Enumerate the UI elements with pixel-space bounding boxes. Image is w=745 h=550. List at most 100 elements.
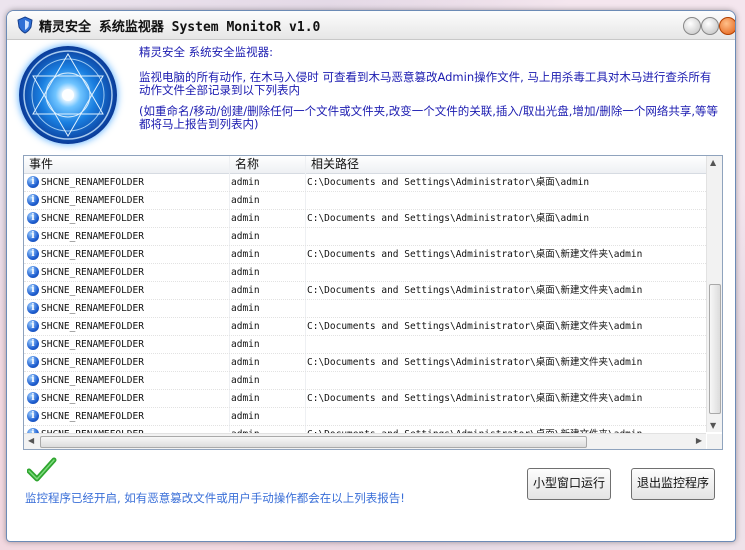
table-row[interactable]: i SHCNE_RENAMEFOLDER admin — [24, 264, 706, 282]
column-header-event[interactable]: 事件 — [24, 156, 230, 173]
info-icon: i — [27, 320, 39, 332]
table-body: i SHCNE_RENAMEFOLDER admin C:\Documents and… — [24, 174, 706, 444]
event-cell: SHCNE_RENAMEFOLDER — [41, 393, 144, 404]
event-table[interactable]: 事件 名称 相关路径 i SHCNE_RENAMEFOLDER admin C:\Do… — [23, 155, 723, 450]
info-icon: i — [27, 392, 39, 404]
scroll-right-arrow-icon[interactable]: ▶ — [696, 436, 702, 445]
info-icon: i — [27, 284, 39, 296]
info-icon: i — [27, 356, 39, 368]
info-icon: i — [27, 212, 39, 224]
column-header-name[interactable]: 名称 — [230, 156, 306, 173]
shield-logo-icon — [17, 16, 33, 34]
table-row[interactable]: iSHCNE_RENAMEFOLDER admin C:\Documents and… — [24, 282, 706, 300]
name-cell: admin — [231, 321, 260, 332]
name-cell: admin — [231, 339, 260, 350]
event-cell: SHCNE_RENAMEFOLDER — [41, 249, 144, 260]
info-icon: i — [27, 338, 39, 350]
event-cell: SHCNE_RENAMEFOLDER — [41, 231, 144, 242]
checkmark-icon — [27, 457, 57, 482]
path-cell: C:\Documents and Settings\Administrator\… — [307, 393, 643, 404]
info-icon: i — [27, 266, 39, 278]
info-icon: i — [27, 374, 39, 386]
mini-window-button[interactable]: 小型窗口运行 — [527, 468, 611, 500]
table-row[interactable]: i SHCNE_RENAMEFOLDER admin — [24, 300, 706, 318]
intro-title: 精灵安全 系统安全监视器: — [139, 45, 274, 59]
table-row[interactable]: i SHCNE_RENAMEFOLDER admin — [24, 228, 706, 246]
event-cell: SHCNE_RENAMEFOLDER — [41, 195, 144, 206]
horizontal-scroll-thumb[interactable] — [40, 436, 587, 448]
name-cell: admin — [231, 267, 260, 278]
header-area: 精灵安全 系统安全监视器: 监视电脑的所有动作, 在木马入侵时 可查看到木马恶意… — [7, 40, 735, 155]
window-title: 精灵安全 系统监视器 System MonitoR v1.0 — [39, 20, 321, 35]
scroll-down-arrow-icon[interactable]: ▼ — [710, 421, 716, 430]
intro-paragraph-2: (如重命名/移动/创建/删除任何一个文件或文件夹,改变一个文件的关联,插入/取出… — [139, 104, 718, 131]
event-cell: SHCNE_RENAMEFOLDER — [41, 321, 144, 332]
path-cell: C:\Documents and Settings\Administrator\… — [307, 321, 643, 332]
vertical-scrollbar[interactable]: ▲ ▼ — [706, 156, 722, 432]
name-cell: admin — [231, 213, 260, 224]
info-icon: i — [27, 410, 39, 422]
table-row[interactable]: iSHCNE_RENAMEFOLDER admin C:\Documents and… — [24, 354, 706, 372]
path-cell: C:\Documents and Settings\Administrator\… — [307, 249, 643, 260]
vertical-scroll-thumb[interactable] — [709, 284, 721, 414]
horizontal-scrollbar[interactable]: ◀ ▶ — [24, 433, 706, 449]
event-cell: SHCNE_RENAMEFOLDER — [41, 303, 144, 314]
intro-paragraph-1: 监视电脑的所有动作, 在木马入侵时 可查看到木马恶意篡改Admin操作文件, 马… — [139, 70, 712, 97]
intro-text: 精灵安全 系统安全监视器: 监视电脑的所有动作, 在木马入侵时 可查看到木马恶意… — [139, 46, 719, 139]
magic-circle-logo — [19, 46, 117, 144]
path-cell — [307, 192, 702, 209]
path-cell: C:\Documents and Settings\Administrator\… — [307, 177, 590, 188]
path-cell — [307, 336, 702, 353]
table-row[interactable]: i SHCNE_RENAMEFOLDER admin — [24, 192, 706, 210]
table-row[interactable]: i SHCNE_RENAMEFOLDER admin — [24, 408, 706, 426]
close-button[interactable] — [719, 17, 735, 35]
exit-monitor-button[interactable]: 退出监控程序 — [631, 468, 715, 500]
name-cell: admin — [231, 195, 260, 206]
status-message: 监控程序已经开启, 如有恶意篡改文件或用户手动操作都会在以上列表报告! — [25, 491, 405, 505]
info-icon: i — [27, 302, 39, 314]
table-row[interactable]: i SHCNE_RENAMEFOLDER admin — [24, 372, 706, 390]
event-cell: SHCNE_RENAMEFOLDER — [41, 339, 144, 350]
scroll-up-arrow-icon[interactable]: ▲ — [710, 158, 716, 167]
event-cell: SHCNE_RENAMEFOLDER — [41, 375, 144, 386]
info-icon: i — [27, 176, 39, 188]
table-row[interactable]: iSHCNE_RENAMEFOLDER admin C:\Documents and… — [24, 210, 706, 228]
main-window: 精灵安全 系统监视器 System MonitoR v1.0 精灵安全 系统安全… — [6, 10, 736, 542]
name-cell: admin — [231, 249, 260, 260]
table-row[interactable]: iSHCNE_RENAMEFOLDER admin C:\Documents and… — [24, 390, 706, 408]
path-cell: C:\Documents and Settings\Administrator\… — [307, 285, 643, 296]
maximize-button[interactable] — [701, 17, 719, 35]
name-cell: admin — [231, 303, 260, 314]
name-cell: admin — [231, 411, 260, 422]
name-cell: admin — [231, 375, 260, 386]
path-cell — [307, 408, 702, 425]
name-cell: admin — [231, 231, 260, 242]
title-bar[interactable]: 精灵安全 系统监视器 System MonitoR v1.0 — [7, 11, 735, 40]
event-cell: SHCNE_RENAMEFOLDER — [41, 177, 144, 188]
info-icon: i — [27, 248, 39, 260]
scroll-corner — [707, 434, 722, 449]
table-row[interactable]: iSHCNE_RENAMEFOLDER admin C:\Documents and… — [24, 318, 706, 336]
table-row[interactable]: iSHCNE_RENAMEFOLDER admin C:\Documents and… — [24, 174, 706, 192]
path-cell — [307, 300, 702, 317]
event-cell: SHCNE_RENAMEFOLDER — [41, 213, 144, 224]
path-cell: C:\Documents and Settings\Administrator\… — [307, 213, 590, 224]
info-icon: i — [27, 230, 39, 242]
scroll-left-arrow-icon[interactable]: ◀ — [28, 436, 34, 445]
name-cell: admin — [231, 177, 260, 188]
path-cell — [307, 264, 702, 281]
event-cell: SHCNE_RENAMEFOLDER — [41, 285, 144, 296]
table-header: 事件 名称 相关路径 — [24, 156, 706, 174]
name-cell: admin — [231, 393, 260, 404]
minimize-button[interactable] — [683, 17, 701, 35]
path-cell — [307, 372, 702, 389]
table-row[interactable]: iSHCNE_RENAMEFOLDER admin C:\Documents and… — [24, 246, 706, 264]
path-cell — [307, 228, 702, 245]
path-cell: C:\Documents and Settings\Administrator\… — [307, 357, 643, 368]
name-cell: admin — [231, 357, 260, 368]
event-cell: SHCNE_RENAMEFOLDER — [41, 357, 144, 368]
info-icon: i — [27, 194, 39, 206]
table-row[interactable]: i SHCNE_RENAMEFOLDER admin — [24, 336, 706, 354]
column-header-path[interactable]: 相关路径 — [306, 156, 706, 173]
name-cell: admin — [231, 285, 260, 296]
